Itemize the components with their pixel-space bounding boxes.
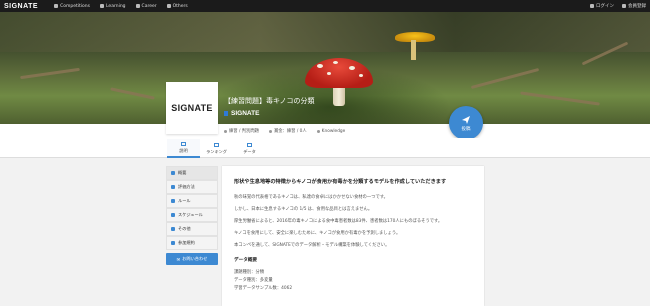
content-paragraph: しかし、日本に生息するキノコの 1/5 は、食用な品目とは言えません。 [234, 207, 373, 212]
sidemenu-item-overview[interactable]: 概要 [166, 166, 218, 180]
user-plus-icon [622, 4, 626, 8]
content-lead: 形状や生息地等の特徴からキノコが食用か有毒かを分類するモデルを作成していただきま… [234, 179, 447, 185]
data-line: データ種別：多変量 [234, 278, 273, 283]
sidemenu-item-rules[interactable]: ルール [166, 194, 218, 208]
data-line: 課題種別：分類 [234, 270, 265, 275]
briefcase-icon [135, 4, 140, 8]
organizer-logo-card: SIGNATE [166, 82, 218, 134]
check-icon [171, 185, 175, 189]
hero-background [0, 12, 650, 52]
meta-category: 練習 / 判別問題 [224, 128, 259, 134]
grid-icon [166, 4, 171, 8]
nav-competitions[interactable]: Competitions [54, 4, 90, 9]
mail-icon: ✉ [176, 256, 181, 262]
twig-image [520, 91, 600, 106]
tab-bar [0, 138, 650, 158]
tag-icon [224, 129, 227, 133]
top-navbar: SIGNATE Competitions Learning Career Oth… [0, 0, 650, 12]
main-content: 形状や生息地等の特徴からキノコが食用か有毒かを分類するモデルを作成していただきま… [222, 166, 484, 306]
twig-image [470, 67, 540, 90]
tab-data[interactable]: データ [233, 139, 266, 158]
sidemenu-item-terms[interactable]: 参加規約 [166, 236, 218, 250]
nav-others[interactable]: Others [166, 4, 188, 9]
nav-career[interactable]: Career [135, 4, 157, 9]
competition-title: 【練習問題】毒キノコの分類 [224, 98, 315, 105]
organizer-label[interactable]: SIGNATE [224, 110, 259, 117]
content-paragraph: 秋の味覚の代表格であるキノコは、私達の食卓にはかかせない食材の一つです。 [234, 195, 388, 200]
sidemenu-item-schedule[interactable]: スケジュール [166, 208, 218, 222]
main-nav: Competitions Learning Career Others [54, 4, 188, 9]
tab-description[interactable]: 説明 [167, 139, 200, 158]
prize-icon [268, 129, 272, 133]
organizer-icon [224, 111, 228, 116]
trophy-icon [54, 4, 59, 8]
yellow-mushroom-stem [411, 40, 416, 60]
twig-image [20, 67, 80, 80]
book-icon [316, 129, 320, 133]
graduation-icon [100, 4, 104, 8]
submit-button[interactable]: 投稿 [449, 106, 483, 140]
sidemenu-item-other[interactable]: その他 [166, 222, 218, 236]
nav-learning[interactable]: Learning [100, 4, 126, 9]
content-paragraph: 厚生労働省によると、2016年の毒キノコによる食中毒患者数は83件、患者数は17… [234, 219, 443, 224]
contact-button[interactable]: ✉ お問い合わせ [166, 253, 218, 265]
terms-icon [171, 241, 175, 245]
flag-icon [171, 199, 175, 203]
meta-prize: 賞金：練習 / 0人 [268, 128, 307, 134]
cap-spot [359, 74, 363, 77]
register-link[interactable]: 会員登録 [622, 3, 646, 9]
data-overview-heading: データ概要 [234, 258, 257, 263]
login-link[interactable]: ログイン [590, 3, 614, 9]
paper-plane-icon [462, 115, 470, 124]
cap-spot [333, 61, 338, 64]
content-paragraph: 本コンペを通して、SIGNATEでのデータ解析・モデル構築を体験してください。 [234, 243, 390, 248]
sidemenu-item-evaluation[interactable]: 評価方法 [166, 180, 218, 194]
organizer-logo-text: SIGNATE [171, 103, 213, 113]
tab-ranking[interactable]: ランキング [200, 139, 233, 158]
side-menu: 概要 評価方法 ルール スケジュール その他 参加規約 ✉ お問い合わせ [166, 166, 218, 265]
info-icon [171, 227, 175, 231]
competition-meta: 練習 / 判別問題 賞金：練習 / 0人 Knowledge [224, 128, 345, 134]
content-paragraph: キノコを食用にして、安全に楽しむために、キノコが食用か有毒かを予測しましょう。 [234, 231, 401, 236]
doc-icon [171, 171, 175, 175]
twig-image [110, 87, 155, 100]
meta-type: Knowledge [316, 128, 345, 134]
hero-banner [0, 12, 650, 124]
cap-spot [317, 64, 323, 68]
red-mushroom-image [305, 58, 373, 88]
account-links: ログイン 会員登録 [590, 3, 646, 9]
cap-spot [349, 66, 355, 70]
chart-icon [214, 142, 219, 147]
folder-icon [247, 142, 252, 147]
cap-spot [327, 72, 331, 75]
data-line: 学習データサンプル数：4062 [234, 286, 293, 291]
login-icon [590, 4, 594, 8]
document-icon [181, 141, 186, 146]
calendar-icon [171, 213, 175, 217]
site-logo[interactable]: SIGNATE [4, 3, 38, 10]
